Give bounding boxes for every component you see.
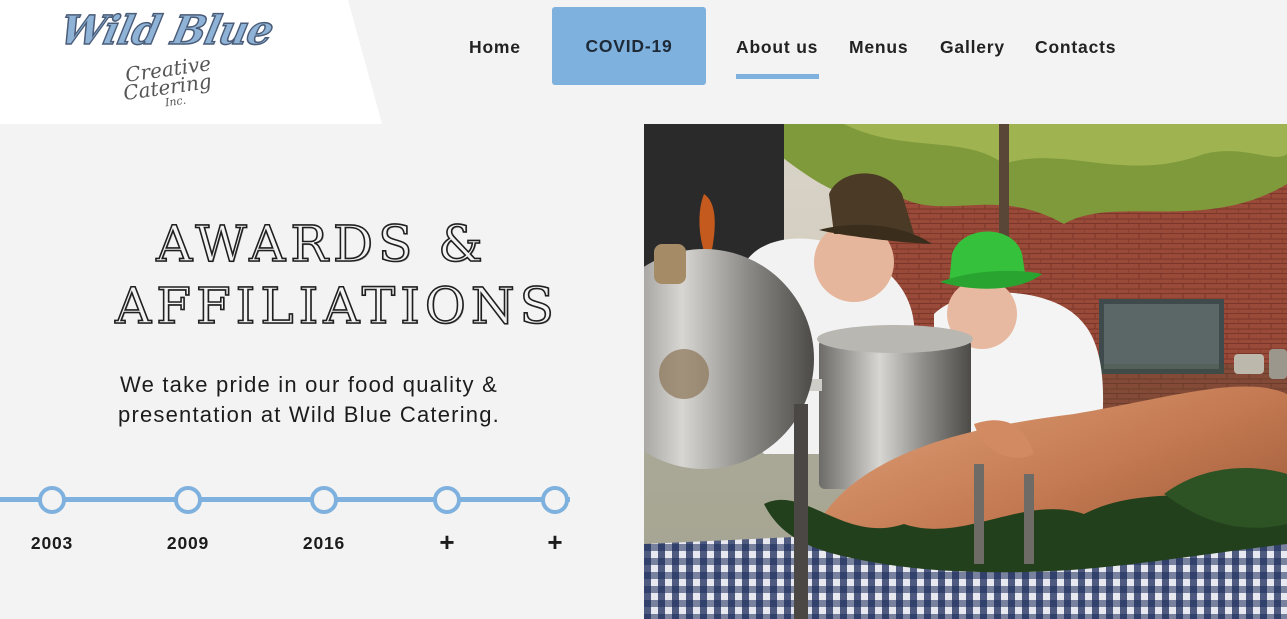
timeline-dot-more-2[interactable]	[541, 486, 569, 514]
nav-menus[interactable]: Menus	[849, 37, 908, 58]
timeline-plus-icon[interactable]: +	[547, 527, 562, 558]
nav-covid-label: COVID-19	[585, 35, 673, 56]
logo-subtitle-inc: Inc.	[164, 93, 187, 110]
site-header: Wild Blue Creative Catering Inc. Home CO…	[0, 0, 1287, 124]
timeline-plus-icon[interactable]: +	[439, 527, 454, 558]
nav-gallery[interactable]: Gallery	[940, 37, 1005, 58]
timeline-dot-more-1[interactable]	[433, 486, 461, 514]
photo-illustration	[644, 124, 1287, 619]
nav-contacts[interactable]: Contacts	[1035, 37, 1116, 58]
nav-covid-button[interactable]: COVID-19	[552, 7, 706, 85]
timeline-dot-2009[interactable]	[174, 486, 202, 514]
page-title-line-2: AFFILIATIONS	[114, 276, 559, 336]
nav-home[interactable]: Home	[469, 37, 521, 58]
tagline-line-2: presentation at Wild Blue Catering.	[118, 402, 500, 427]
timeline-label-2003[interactable]: 2003	[31, 533, 73, 554]
timeline-label-2016[interactable]: 2016	[303, 533, 345, 554]
timeline-dot-2003[interactable]	[38, 486, 66, 514]
timeline-label-2009[interactable]: 2009	[167, 533, 209, 554]
catering-chefs-photo	[644, 124, 1287, 619]
nav-about-us[interactable]: About us	[736, 37, 818, 58]
timeline-dot-2016[interactable]	[310, 486, 338, 514]
timeline-track	[0, 497, 570, 502]
nav-active-underline	[736, 74, 819, 79]
page-title-line-1: AWARDS &	[155, 214, 488, 274]
logo-panel: Wild Blue Creative Catering Inc.	[0, 0, 382, 124]
logo-main-text: Wild Blue	[55, 6, 278, 55]
wild-blue-logo[interactable]: Wild Blue Creative Catering Inc.	[55, 5, 278, 117]
tagline-line-1: We take pride in our food quality &	[120, 372, 498, 397]
